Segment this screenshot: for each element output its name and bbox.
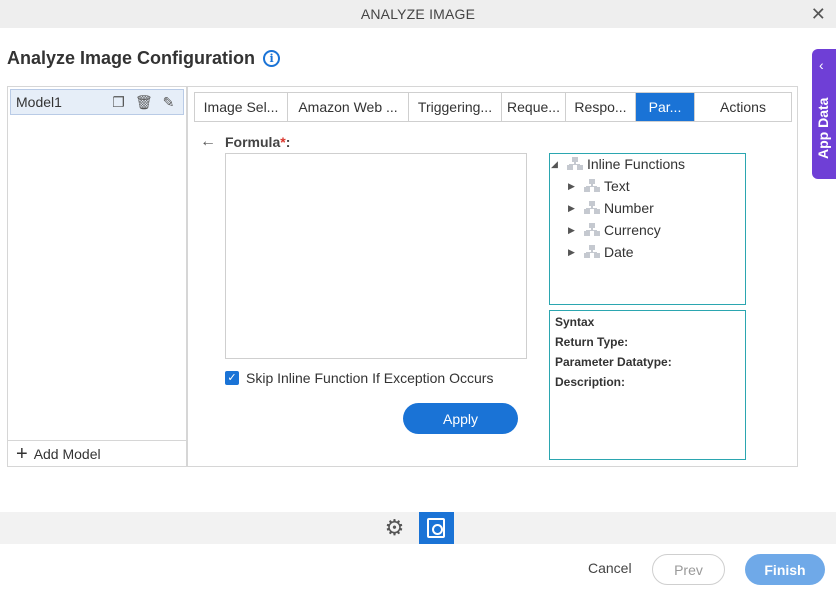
hierarchy-icon — [584, 179, 600, 193]
prev-button[interactable]: Prev — [652, 554, 725, 585]
cancel-button[interactable]: Cancel — [588, 560, 632, 576]
inline-functions-tree: ◢ Inline Functions ▶ Text ▶ Number ▶ Cur… — [549, 153, 746, 305]
models-panel: Model1 ❐ 🗑 ✎ + Add Model — [7, 86, 187, 467]
skip-inline-function-option[interactable]: ✓ Skip Inline Function If Exception Occu… — [225, 370, 493, 386]
syntax-info-panel: Syntax Return Type: Parameter Datatype: … — [549, 310, 746, 460]
tree-node-label: Number — [604, 200, 654, 216]
analyze-image-dialog: ANALYZE IMAGE ✕ Analyze Image Configurat… — [0, 0, 836, 592]
add-model-label: Add Model — [33, 445, 101, 462]
hierarchy-icon — [584, 245, 600, 259]
page-title-text: Analyze Image Configuration — [7, 48, 256, 68]
tree-node-number[interactable]: ▶ Number — [568, 200, 654, 216]
close-icon[interactable]: ✕ — [811, 4, 826, 25]
hierarchy-icon — [567, 157, 583, 171]
info-icon[interactable]: i — [263, 50, 281, 67]
formula-label-text: Formula — [225, 134, 281, 150]
expand-toggle-icon[interactable]: ▶ — [568, 225, 578, 236]
model-item[interactable]: Model1 ❐ 🗑 ✎ — [10, 89, 184, 115]
analyze-image-icon-button[interactable] — [418, 512, 454, 544]
app-data-tab[interactable]: ‹ App Data — [812, 49, 836, 179]
formula-label-colon: : — [285, 134, 291, 150]
tab-amazon-web-services[interactable]: Amazon Web ... — [288, 93, 409, 121]
tab-parameters[interactable]: Par... — [636, 93, 695, 121]
dialog-title: ANALYZE IMAGE — [360, 6, 476, 22]
skip-inline-function-checkbox[interactable]: ✓ — [225, 371, 239, 385]
expand-toggle-icon[interactable]: ▶ — [568, 203, 578, 214]
tree-node-date[interactable]: ▶ Date — [568, 244, 634, 260]
expand-toggle-icon[interactable]: ▶ — [568, 181, 578, 192]
expand-toggle-icon[interactable]: ▶ — [568, 247, 578, 258]
description-label: Description: — [555, 375, 626, 389]
skip-inline-function-label: Skip Inline Function If Exception Occurs — [246, 370, 494, 386]
edit-icon[interactable]: ✎ — [160, 94, 177, 111]
tab-triggering[interactable]: Triggering... — [409, 93, 502, 121]
collapse-toggle-icon[interactable]: ◢ — [551, 159, 561, 170]
parameter-datatype-label: Parameter Datatype: — [555, 355, 672, 369]
add-model-button[interactable]: + Add Model — [8, 440, 186, 466]
syntax-label: Syntax — [555, 315, 595, 329]
tree-root-inline-functions[interactable]: ◢ Inline Functions — [551, 156, 685, 172]
tab-response[interactable]: Respo... — [566, 93, 636, 121]
tab-bar: Image Sel... Amazon Web ... Triggering..… — [194, 92, 792, 122]
formula-input[interactable] — [225, 153, 527, 359]
tree-node-label: Currency — [604, 222, 661, 238]
tree-node-label: Inline Functions — [587, 156, 686, 172]
configuration-panel: Image Sel... Amazon Web ... Triggering..… — [187, 86, 798, 467]
tree-node-label: Text — [604, 178, 630, 194]
hierarchy-icon — [584, 223, 600, 237]
apply-button[interactable]: Apply — [403, 403, 518, 434]
tab-image-selection[interactable]: Image Sel... — [195, 93, 288, 121]
formula-label: Formula*: — [225, 134, 290, 150]
title-bar: ANALYZE IMAGE ✕ — [0, 0, 836, 28]
gear-icon[interactable]: ⚙ — [383, 515, 407, 541]
image-search-icon — [427, 518, 445, 538]
bottom-toolbar: ⚙ — [0, 512, 836, 544]
model-actions: ❐ 🗑 ✎ — [110, 94, 177, 111]
tree-node-label: Date — [604, 244, 634, 260]
plus-icon: + — [16, 442, 28, 465]
back-arrow-icon[interactable]: ← — [200, 133, 216, 151]
page-title: Analyze Image Configuration i — [7, 48, 281, 69]
tab-actions[interactable]: Actions — [695, 93, 791, 121]
copy-icon[interactable]: ❐ — [110, 94, 127, 111]
tree-node-text[interactable]: ▶ Text — [568, 178, 630, 194]
tree-node-currency[interactable]: ▶ Currency — [568, 222, 661, 238]
finish-button[interactable]: Finish — [745, 554, 825, 585]
return-type-label: Return Type: — [555, 335, 629, 349]
chevron-left-icon: ‹ — [819, 57, 824, 73]
app-data-label: App Data — [815, 97, 831, 159]
delete-icon[interactable]: 🗑 — [135, 94, 153, 111]
tab-request[interactable]: Reque... — [502, 93, 566, 121]
model-item-label: Model1 — [16, 94, 62, 110]
hierarchy-icon — [584, 201, 600, 215]
